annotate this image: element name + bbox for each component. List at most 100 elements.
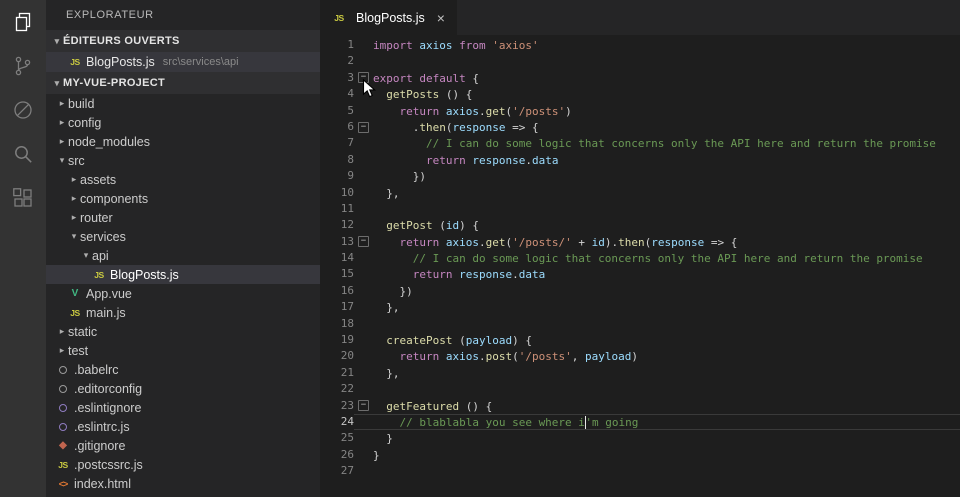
code-line-12[interactable]: 12 getPost (id) { bbox=[320, 217, 960, 233]
tree-item-components[interactable]: ▸components bbox=[46, 189, 320, 208]
open-editor-label: BlogPosts.js bbox=[86, 55, 155, 69]
code-line-19[interactable]: 19 createPost (payload) { bbox=[320, 332, 960, 348]
code-line-10[interactable]: 10 }, bbox=[320, 185, 960, 201]
code-line-14[interactable]: 14 // I can do some logic that concerns … bbox=[320, 250, 960, 266]
tree-item-babelrc[interactable]: .babelrc bbox=[46, 360, 320, 379]
code-line-21[interactable]: 21 }, bbox=[320, 365, 960, 381]
chevron-right-icon: ▸ bbox=[56, 345, 68, 356]
tree-item-gitignore[interactable]: ◆ .gitignore bbox=[46, 436, 320, 455]
explorer-icon[interactable] bbox=[10, 9, 36, 35]
tree-item-label: static bbox=[68, 325, 97, 339]
tree-item-build[interactable]: ▸build bbox=[46, 94, 320, 113]
chevron-down-icon: ▾ bbox=[56, 155, 68, 166]
code-text: getFeatured () { bbox=[373, 399, 492, 413]
code-line-15[interactable]: 15 return response.data bbox=[320, 266, 960, 282]
code-line-26[interactable]: 26} bbox=[320, 447, 960, 463]
tree-item-assets[interactable]: ▸assets bbox=[46, 170, 320, 189]
tree-item-src[interactable]: ▾src bbox=[46, 151, 320, 170]
js-file-icon: JS bbox=[68, 56, 82, 68]
open-editor-item[interactable]: JS BlogPosts.js src\services\api bbox=[46, 52, 320, 72]
project-header[interactable]: ▾ MY-VUE-PROJECT bbox=[46, 72, 320, 94]
open-editors-header[interactable]: ▾ ÉDITEURS OUVERTS bbox=[46, 30, 320, 52]
line-number: 7 bbox=[320, 135, 354, 151]
code-line-1[interactable]: 1import axios from 'axios' bbox=[320, 37, 960, 53]
fold-collapse-icon[interactable]: − bbox=[354, 120, 373, 134]
line-number: 2 bbox=[320, 53, 354, 69]
tree-item-eslintignore[interactable]: .eslintignore bbox=[46, 398, 320, 417]
fold-gutter-space bbox=[354, 186, 373, 200]
sidebar-title: EXPLORATEUR bbox=[46, 0, 320, 30]
tree-item-postcssrc-js[interactable]: JS.postcssrc.js bbox=[46, 455, 320, 474]
code-line-16[interactable]: 16 }) bbox=[320, 283, 960, 299]
code-line-13[interactable]: 13− return axios.get('/posts/' + id).the… bbox=[320, 234, 960, 250]
tree-item-label: components bbox=[80, 192, 148, 206]
tree-item-label: services bbox=[80, 230, 126, 244]
tab-blogposts[interactable]: JS BlogPosts.js × bbox=[320, 0, 457, 35]
search-icon[interactable] bbox=[10, 141, 36, 167]
gear-file-icon bbox=[56, 383, 70, 395]
extensions-icon[interactable] bbox=[10, 185, 36, 211]
tree-item-label: BlogPosts.js bbox=[110, 268, 179, 282]
fold-gutter-space bbox=[354, 464, 373, 478]
chevron-right-icon: ▸ bbox=[56, 136, 68, 147]
line-number: 13 bbox=[320, 234, 354, 250]
code-line-18[interactable]: 18 bbox=[320, 316, 960, 332]
tree-item-services[interactable]: ▾services bbox=[46, 227, 320, 246]
code-text: return response.data bbox=[373, 267, 545, 281]
tree-item-index-html[interactable]: <>index.html bbox=[46, 474, 320, 493]
tree-item-label: .eslintignore bbox=[74, 401, 141, 415]
tree-item-router[interactable]: ▸router bbox=[46, 208, 320, 227]
code-editor[interactable]: 1import axios from 'axios'23−export defa… bbox=[320, 35, 960, 497]
tree-item-config[interactable]: ▸config bbox=[46, 113, 320, 132]
code-line-4[interactable]: 4 getPosts () { bbox=[320, 86, 960, 102]
line-number: 8 bbox=[320, 152, 354, 168]
open-editor-path: src\services\api bbox=[163, 56, 239, 68]
code-line-8[interactable]: 8 return response.data bbox=[320, 152, 960, 168]
fold-gutter-space bbox=[354, 153, 373, 167]
code-line-7[interactable]: 7 // I can do some logic that concerns o… bbox=[320, 135, 960, 151]
code-line-20[interactable]: 20 return axios.post('/posts', payload) bbox=[320, 348, 960, 364]
tree-item-label: .gitignore bbox=[74, 439, 125, 453]
close-icon[interactable]: × bbox=[437, 10, 445, 26]
tree-item-blogposts-js[interactable]: JSBlogPosts.js bbox=[46, 265, 320, 284]
fold-gutter-space bbox=[354, 54, 373, 68]
debug-icon[interactable] bbox=[10, 97, 36, 123]
tree-item-eslintrc-js[interactable]: .eslintrc.js bbox=[46, 417, 320, 436]
eslint-file-icon bbox=[56, 421, 70, 433]
git-file-icon: ◆ bbox=[56, 440, 70, 452]
tree-item-main-js[interactable]: JSmain.js bbox=[46, 303, 320, 322]
fold-collapse-icon[interactable]: − bbox=[354, 399, 373, 413]
tree-item-api[interactable]: ▾api bbox=[46, 246, 320, 265]
code-text: // I can do some logic that concerns onl… bbox=[373, 136, 936, 150]
editor-area: JS BlogPosts.js × 1import axios from 'ax… bbox=[320, 0, 960, 497]
fold-collapse-icon[interactable]: − bbox=[354, 235, 373, 249]
code-line-23[interactable]: 23− getFeatured () { bbox=[320, 398, 960, 414]
source-control-icon[interactable] bbox=[10, 53, 36, 79]
code-text: export default { bbox=[373, 71, 479, 85]
code-line-24[interactable]: 24 // blablabla you see where i'm going bbox=[320, 414, 960, 430]
tree-item-label: main.js bbox=[86, 306, 126, 320]
tree-item-test[interactable]: ▸test bbox=[46, 341, 320, 360]
line-number: 1 bbox=[320, 37, 354, 53]
tree-item-static[interactable]: ▸static bbox=[46, 322, 320, 341]
tree-item-editorconfig[interactable]: .editorconfig bbox=[46, 379, 320, 398]
tree-item-app-vue[interactable]: VApp.vue bbox=[46, 284, 320, 303]
code-line-6[interactable]: 6− .then(response => { bbox=[320, 119, 960, 135]
code-line-2[interactable]: 2 bbox=[320, 53, 960, 69]
code-line-25[interactable]: 25 } bbox=[320, 430, 960, 446]
code-line-22[interactable]: 22 bbox=[320, 381, 960, 397]
line-number: 19 bbox=[320, 332, 354, 348]
fold-collapse-icon[interactable]: − bbox=[354, 71, 373, 85]
tree-item-node-modules[interactable]: ▸node_modules bbox=[46, 132, 320, 151]
code-line-5[interactable]: 5 return axios.get('/posts') bbox=[320, 103, 960, 119]
code-line-17[interactable]: 17 }, bbox=[320, 299, 960, 315]
line-number: 5 bbox=[320, 103, 354, 119]
chevron-down-icon: ▾ bbox=[80, 250, 92, 261]
code-line-11[interactable]: 11 bbox=[320, 201, 960, 217]
code-line-27[interactable]: 27 bbox=[320, 463, 960, 479]
code-line-9[interactable]: 9 }) bbox=[320, 168, 960, 184]
chevron-right-icon: ▸ bbox=[68, 174, 80, 185]
tree-item-label: .eslintrc.js bbox=[74, 420, 130, 434]
tree-item-label: assets bbox=[80, 173, 116, 187]
code-line-3[interactable]: 3−export default { bbox=[320, 70, 960, 86]
